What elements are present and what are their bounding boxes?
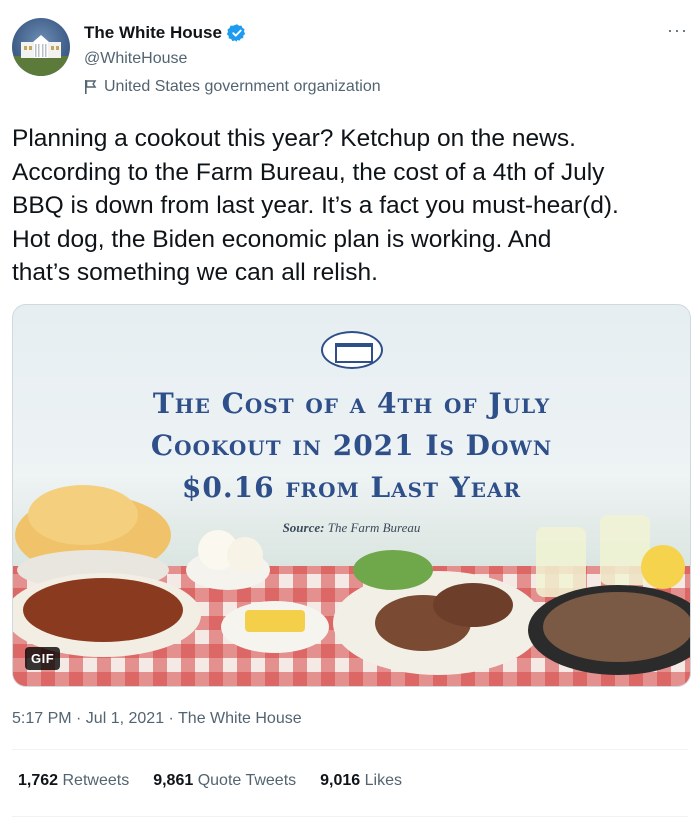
media-headline: The Cost of a 4th of July Cookout in 202…: [13, 383, 690, 509]
divider-top: [12, 749, 688, 750]
headline-line-2: Cookout in 2021 Is Down: [150, 429, 553, 462]
org-label-row: United States government organization: [84, 78, 381, 96]
flag-icon: [85, 80, 97, 94]
likes-label: Likes: [364, 772, 402, 789]
org-label: United States government organization: [104, 78, 381, 95]
tweet-stats: 1,762 Retweets 9,861 Quote Tweets 9,016 …: [18, 772, 402, 790]
likes-stat[interactable]: 9,016 Likes: [320, 772, 402, 790]
source-label: Source:: [282, 520, 325, 535]
media-source: Source: The Farm Bureau: [13, 520, 690, 536]
tweet-media[interactable]: The Cost of a 4th of July Cookout in 202…: [12, 304, 691, 687]
quote-tweets-label: Quote Tweets: [197, 772, 297, 789]
more-options-icon[interactable]: ···: [667, 20, 688, 41]
white-house-seal-icon: [321, 331, 383, 369]
tweet-header: The White House @WhiteHouse United State…: [12, 14, 690, 104]
tweet-timestamp[interactable]: 5:17 PM · Jul 1, 2021 · The White House: [12, 710, 302, 728]
avatar[interactable]: [12, 18, 70, 76]
headline-line-1: The Cost of a 4th of July: [152, 387, 551, 420]
divider-bottom: [12, 816, 688, 817]
retweets-count: 1,762: [18, 772, 59, 789]
likes-count: 9,016: [320, 772, 361, 789]
quote-tweets-count: 9,861: [153, 772, 194, 789]
retweets-label: Retweets: [62, 772, 130, 789]
verified-badge-icon: [226, 24, 246, 42]
retweets-stat[interactable]: 1,762 Retweets: [18, 772, 129, 790]
name-row: The White House: [84, 23, 247, 43]
handle[interactable]: @WhiteHouse: [84, 50, 187, 68]
gif-badge: GIF: [25, 647, 61, 670]
display-name[interactable]: The White House: [84, 23, 222, 43]
tweet-text: Planning a cookout this year? Ketchup on…: [12, 125, 619, 286]
headline-line-3: $0.16 from Last Year: [181, 471, 522, 504]
quote-tweets-stat[interactable]: 9,861 Quote Tweets: [153, 772, 296, 790]
white-house-icon: [12, 35, 70, 76]
source-value: The Farm Bureau: [327, 520, 421, 535]
